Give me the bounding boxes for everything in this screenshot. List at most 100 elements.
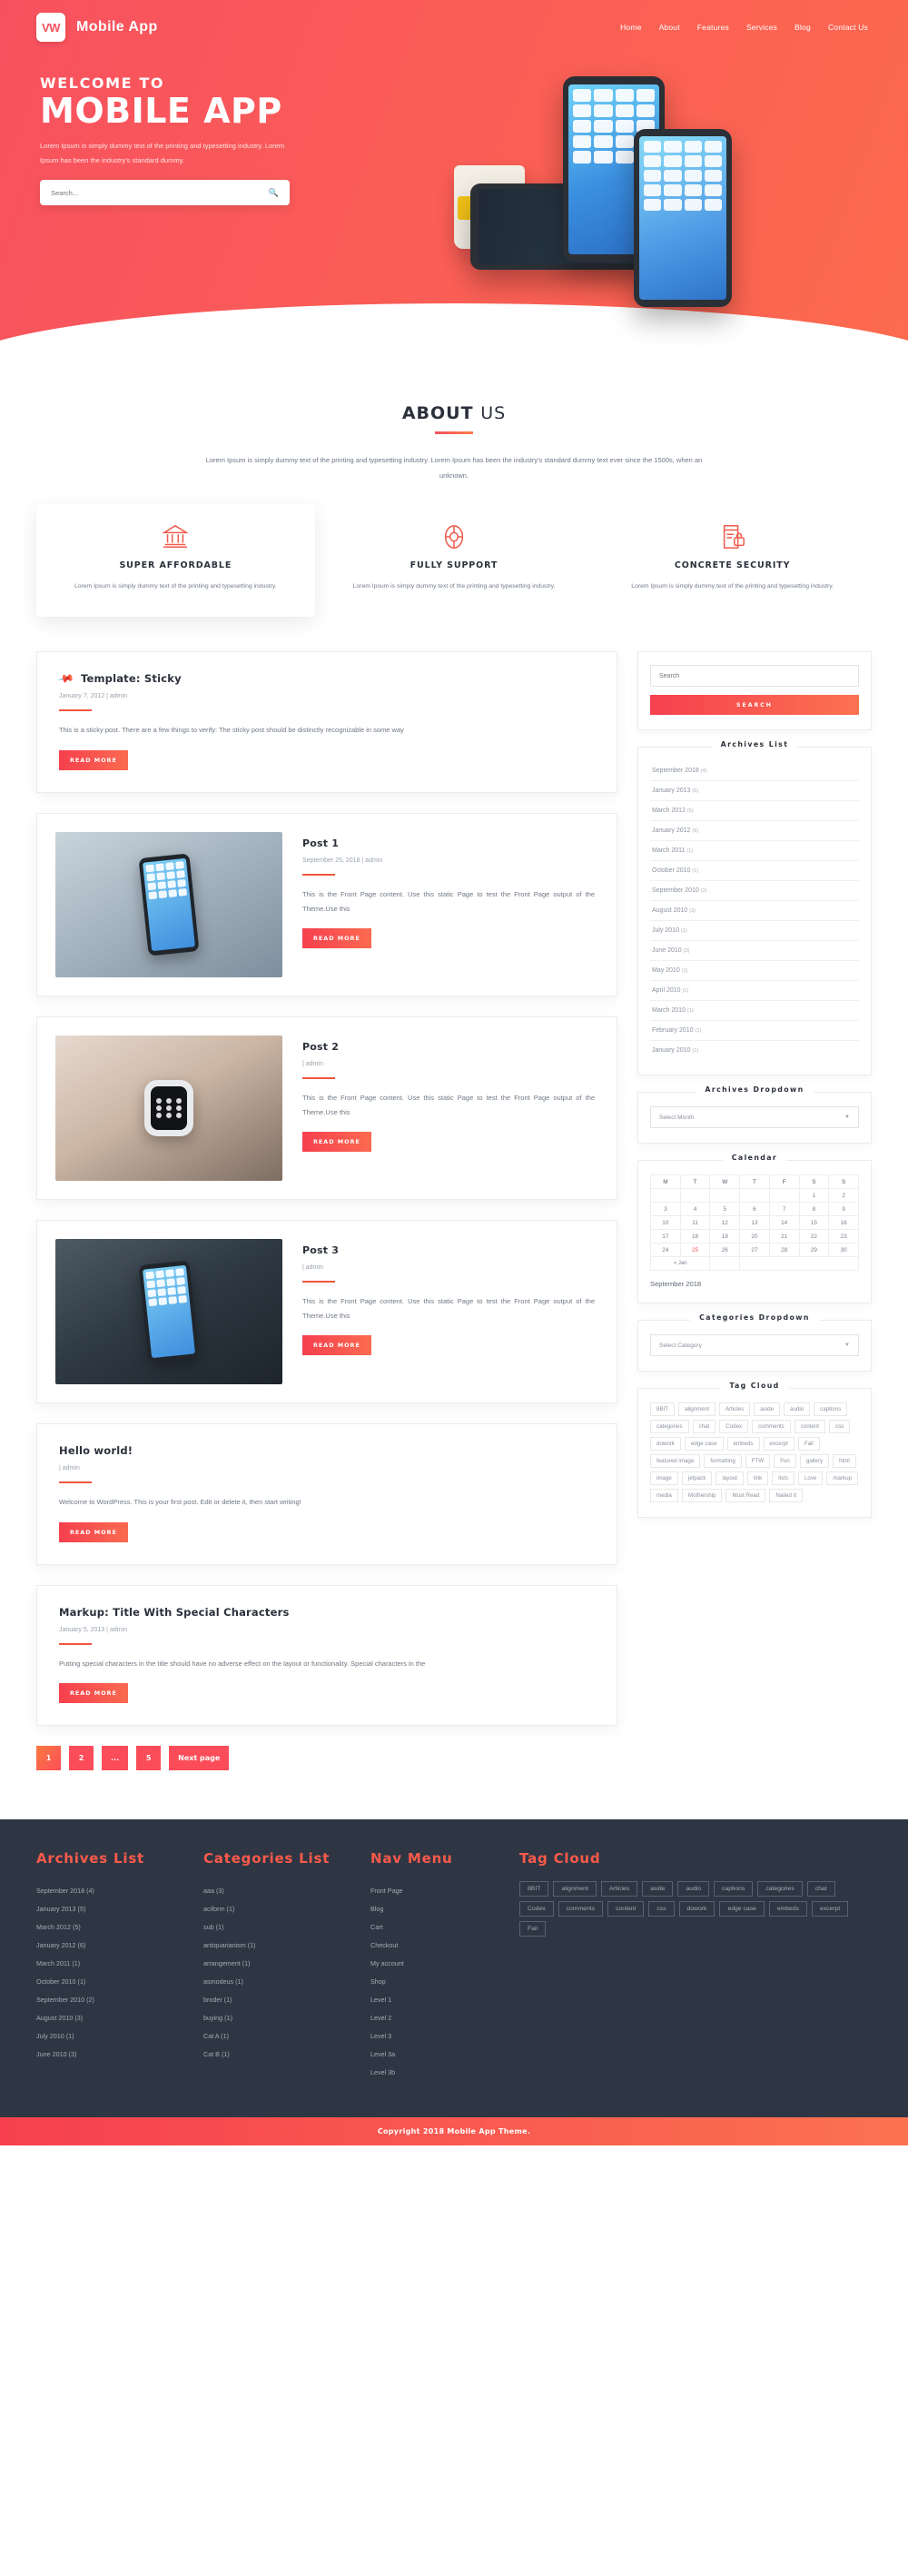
tag-item[interactable]: Mothership bbox=[681, 1489, 723, 1503]
list-item[interactable]: January 2012 (6) bbox=[36, 1936, 191, 1954]
tag-item[interactable]: dowork bbox=[650, 1437, 681, 1451]
archive-label[interactable]: January 2012 bbox=[652, 827, 690, 834]
archive-label[interactable]: March 2012 bbox=[652, 807, 686, 814]
list-item[interactable]: August 2010 (3) bbox=[650, 901, 859, 922]
list-item[interactable]: Level 1 bbox=[370, 1990, 507, 2008]
feature-card-fully-support[interactable]: FULLY SUPPORT Lorem Ipsum is simply dumm… bbox=[315, 504, 594, 618]
tag-item[interactable]: captions bbox=[814, 1402, 848, 1417]
page-button-1[interactable]: 1 bbox=[36, 1746, 61, 1771]
tag-item[interactable]: Codex bbox=[519, 1901, 554, 1917]
tag-item[interactable]: excerpt bbox=[812, 1901, 849, 1917]
list-item[interactable]: My account bbox=[370, 1954, 507, 1972]
post-title[interactable]: Post 2 bbox=[302, 1041, 595, 1053]
archive-label[interactable]: March 2011 bbox=[652, 847, 685, 854]
tag-item[interactable]: Fail bbox=[797, 1437, 820, 1451]
list-item[interactable]: September 2018 (4) bbox=[36, 1881, 191, 1899]
page-button-5[interactable]: 5 bbox=[136, 1746, 162, 1771]
tag-item[interactable]: Articles bbox=[718, 1402, 751, 1417]
list-item[interactable]: March 2011 (1) bbox=[36, 1954, 191, 1972]
tag-item[interactable]: dowork bbox=[678, 1901, 716, 1917]
nav-item-home[interactable]: Home bbox=[620, 23, 641, 32]
archive-label[interactable]: July 2010 bbox=[652, 927, 679, 934]
read-more-button[interactable]: READ MORE bbox=[302, 1335, 371, 1356]
post-card-post-1[interactable]: Post 1 September 25, 2018 | admin This i… bbox=[36, 812, 617, 996]
list-item[interactable]: September 2010 (2) bbox=[650, 881, 859, 902]
tag-item[interactable]: alignment bbox=[553, 1881, 597, 1897]
page-button-2[interactable]: 2 bbox=[69, 1746, 94, 1771]
post-card-markup[interactable]: Markup: Title With Special Characters Ja… bbox=[36, 1584, 617, 1727]
post-thumbnail[interactable] bbox=[55, 1035, 282, 1181]
hero-search-box[interactable]: 🔍 bbox=[40, 180, 290, 206]
list-item[interactable]: January 2013 (5) bbox=[36, 1899, 191, 1917]
archive-label[interactable]: August 2010 bbox=[652, 907, 687, 914]
page-button-ellipsis[interactable]: ... bbox=[102, 1746, 129, 1771]
tag-item[interactable]: media bbox=[650, 1489, 678, 1503]
list-item[interactable]: antiquarianism (1) bbox=[203, 1936, 358, 1954]
list-item[interactable]: aaa (3) bbox=[203, 1881, 358, 1899]
nav-item-contact-us[interactable]: Contact Us bbox=[828, 23, 868, 32]
nav-item-blog[interactable]: Blog bbox=[794, 23, 811, 32]
list-item[interactable]: August 2010 (3) bbox=[36, 2008, 191, 2026]
list-item[interactable]: September 2010 (2) bbox=[36, 1990, 191, 2008]
tag-item[interactable]: jetpack bbox=[681, 1471, 713, 1486]
tag-item[interactable]: 8BIT bbox=[519, 1881, 549, 1897]
list-item[interactable]: May 2010 (1) bbox=[650, 961, 859, 982]
tag-item[interactable]: image bbox=[650, 1471, 678, 1486]
tag-item[interactable]: content bbox=[607, 1901, 645, 1917]
list-item[interactable]: September 2018 (4) bbox=[650, 761, 859, 782]
feature-card-concrete-security[interactable]: CONCRETE SECURITY Lorem Ipsum is simply … bbox=[593, 504, 872, 618]
next-page-button[interactable]: Next page bbox=[169, 1746, 230, 1771]
list-item[interactable]: Blog bbox=[370, 1899, 507, 1917]
list-item[interactable]: March 2011 (1) bbox=[650, 841, 859, 862]
tag-item[interactable]: Articles bbox=[600, 1881, 638, 1897]
list-item[interactable]: broder (1) bbox=[203, 1990, 358, 2008]
tag-item[interactable]: alignment bbox=[678, 1402, 716, 1417]
tag-item[interactable]: aside bbox=[642, 1881, 674, 1897]
tag-item[interactable]: edge case bbox=[684, 1437, 724, 1451]
read-more-button[interactable]: READ MORE bbox=[59, 749, 128, 770]
tag-item[interactable]: link bbox=[746, 1471, 769, 1486]
tag-item[interactable]: html bbox=[833, 1454, 856, 1469]
tag-item[interactable]: audio bbox=[677, 1881, 710, 1897]
post-thumbnail[interactable] bbox=[55, 831, 282, 977]
list-item[interactable]: Level 3a bbox=[370, 2045, 507, 2063]
list-item[interactable]: buying (1) bbox=[203, 2008, 358, 2026]
post-title[interactable]: Post 1 bbox=[302, 837, 595, 849]
list-item[interactable]: March 2012 (5) bbox=[650, 801, 859, 822]
tag-item[interactable]: comments bbox=[558, 1901, 604, 1917]
list-item[interactable]: Level 3 bbox=[370, 2026, 507, 2045]
tag-item[interactable]: 8BIT bbox=[650, 1402, 676, 1417]
tag-item[interactable]: aside bbox=[754, 1402, 781, 1417]
archive-label[interactable]: September 2010 bbox=[652, 887, 699, 894]
tag-item[interactable]: chat bbox=[692, 1420, 716, 1434]
tag-item[interactable]: comments bbox=[752, 1420, 791, 1434]
calendar-day-today[interactable]: 25 bbox=[679, 1243, 711, 1258]
list-item[interactable]: Cat A (1) bbox=[203, 2026, 358, 2045]
archives-dropdown-select[interactable]: Select Month ▼ bbox=[650, 1106, 859, 1129]
tag-item[interactable]: Fun bbox=[774, 1454, 796, 1469]
read-more-button[interactable]: READ MORE bbox=[302, 1132, 371, 1153]
archive-label[interactable]: April 2010 bbox=[652, 987, 681, 994]
tag-item[interactable]: css bbox=[829, 1420, 851, 1434]
tag-item[interactable]: categories bbox=[650, 1420, 689, 1434]
search-icon[interactable]: 🔍 bbox=[269, 188, 279, 198]
list-item[interactable]: March 2012 (5) bbox=[36, 1917, 191, 1936]
post-card-hello-world[interactable]: Hello world! | admin Welcome to WordPres… bbox=[36, 1422, 617, 1565]
calendar-prev-link[interactable]: « Jan bbox=[649, 1256, 711, 1272]
read-more-button[interactable]: READ MORE bbox=[302, 928, 371, 949]
tag-item[interactable]: Codex bbox=[719, 1420, 749, 1434]
tag-item[interactable]: embeds bbox=[768, 1901, 807, 1917]
list-item[interactable]: Level 3b bbox=[370, 2063, 507, 2081]
list-item[interactable]: March 2010 (1) bbox=[650, 1001, 859, 1022]
tag-item[interactable]: chat bbox=[806, 1881, 835, 1897]
list-item[interactable]: sub (1) bbox=[203, 1917, 358, 1936]
brand-logo[interactable]: VW Mobile App bbox=[36, 13, 158, 42]
list-item[interactable]: Front Page bbox=[370, 1881, 507, 1899]
archive-label[interactable]: May 2010 bbox=[652, 967, 680, 974]
tag-item[interactable]: content bbox=[794, 1420, 825, 1434]
tag-item[interactable]: lists bbox=[772, 1471, 794, 1486]
post-card-post-3[interactable]: Post 3 | admin This is the Front Page co… bbox=[36, 1219, 617, 1403]
list-item[interactable]: February 2010 (1) bbox=[650, 1021, 859, 1042]
tag-item[interactable]: Fail bbox=[519, 1921, 546, 1937]
list-item[interactable]: June 2010 (3) bbox=[650, 941, 859, 962]
